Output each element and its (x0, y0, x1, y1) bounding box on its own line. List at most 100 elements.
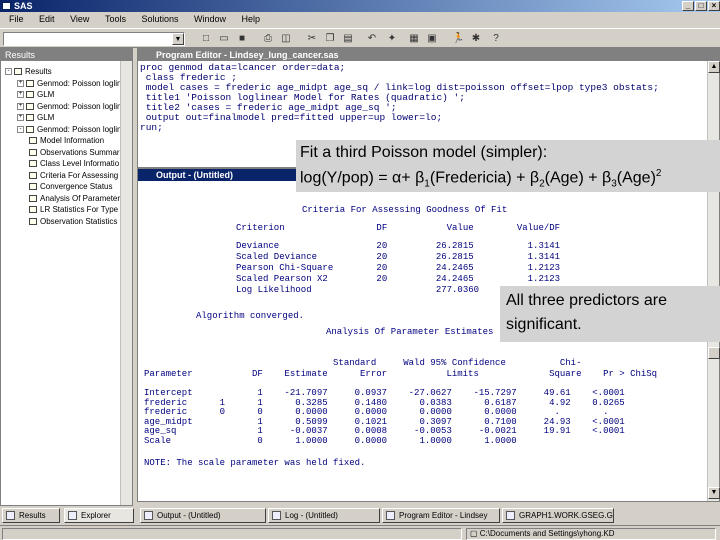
copy-icon[interactable]: ❐ (324, 33, 336, 45)
results-tree-item[interactable]: - Results (5, 67, 52, 76)
results-tree-label: GLM (37, 90, 55, 99)
collapse-icon[interactable]: - (17, 125, 24, 133)
criteria-row: Deviance 20 26.2815 1.3141 (236, 241, 561, 251)
command-box[interactable]: ▼ (3, 32, 185, 46)
new-icon[interactable]: □ (200, 33, 212, 45)
results-tree-item[interactable]: Convergence Status (29, 182, 113, 191)
submit-icon[interactable]: ✦ (386, 33, 398, 45)
expand-icon[interactable]: + (17, 91, 24, 99)
criteria-title: Criteria For Assessing Goodness Of Fit (302, 205, 508, 215)
results-tree-item[interactable]: + GLM (17, 113, 54, 122)
program-editor-code[interactable]: proc genmod data=lcancer order=data; cla… (138, 61, 719, 133)
param-row: age_sq 1 -0.0037 0.0008 -0.0053 -0.0021 … (144, 426, 625, 436)
collapse-icon[interactable]: - (5, 68, 12, 76)
run-icon[interactable]: 🏃 (452, 33, 464, 45)
break-icon[interactable]: ✱ (470, 33, 482, 45)
chevron-down-icon[interactable]: ▼ (172, 33, 184, 45)
results-tree-item[interactable]: Class Level Informatio (29, 159, 119, 168)
param-row: Scale 0 1.0000 0.0000 1.0000 1.0000 (144, 435, 517, 446)
results-tree-label: Model Information (40, 136, 105, 145)
results-tree-label: Criteria For Assessing (40, 170, 119, 180)
code-line: output out=finalmodel pred=fitted upper=… (140, 112, 443, 123)
param-row: frederic 1 1 0.3285 0.1480 0.0383 0.6187… (144, 397, 625, 408)
expand-icon[interactable]: + (17, 79, 24, 87)
results-tree-label: Genmod: Poisson loglinea (37, 124, 131, 134)
param-title: Analysis Of Parameter Estimates (326, 327, 494, 337)
criteria-row: Scaled Pearson X2 20 24.2465 1.2123 (236, 274, 561, 284)
results-tree-item[interactable]: + Genmod: Poisson loglinea (17, 79, 130, 88)
menu-tools[interactable]: Tools (105, 14, 126, 24)
results-tree-item[interactable]: + GLM (17, 90, 54, 99)
task-output[interactable]: Output - (Untitled) (140, 508, 266, 523)
table-icon (29, 171, 37, 179)
results-tree-item[interactable]: - Genmod: Poisson loglinea (17, 125, 130, 134)
menu-help[interactable]: Help (242, 14, 261, 24)
callout-line-1: Fit a third Poisson model (simpler): (300, 144, 548, 161)
callout2-line-1: All three predictors are (506, 292, 667, 309)
status-message (2, 528, 462, 540)
results-tree-item[interactable]: Criteria For Assessing (29, 171, 118, 180)
results-scrollbar[interactable] (120, 61, 132, 505)
task-results[interactable]: Results (2, 508, 60, 523)
task-program-editor[interactable]: Program Editor - Lindsey (382, 508, 500, 523)
task-log[interactable]: Log - (Untitled) (268, 508, 380, 523)
results-pane: Results - Results + Genmod: Poisson logline… (0, 48, 133, 506)
menu-solutions[interactable]: Solutions (141, 14, 178, 24)
expand-icon[interactable]: + (17, 114, 24, 122)
cut-icon[interactable]: ✂ (306, 33, 318, 45)
minimize-button[interactable]: _ (682, 1, 694, 11)
menu-view[interactable]: View (70, 14, 89, 24)
program-editor-title: Program Editor - Lindsey_lung_cancer.sas (138, 49, 719, 61)
library-icon[interactable]: ▦ (408, 33, 420, 45)
table-icon (29, 160, 37, 168)
folder-icon (26, 79, 34, 87)
results-tree-label: GLM (37, 113, 55, 122)
converged-message: Algorithm converged. (196, 311, 305, 321)
print-icon[interactable]: ⎙ (262, 33, 274, 45)
scroll-down-icon[interactable]: ▼ (708, 487, 720, 499)
results-tree-item[interactable]: LR Statistics For Type (29, 205, 118, 214)
save-icon[interactable]: ■ (236, 33, 248, 45)
results-tree-item[interactable]: Analysis Of Parameter (29, 194, 120, 203)
folder-icon: ▢ (470, 529, 480, 538)
results-tree-item[interactable]: + Genmod: Poisson loglinea (17, 102, 130, 111)
undo-icon[interactable]: ↶ (366, 33, 378, 45)
help-icon[interactable]: ? (490, 33, 502, 45)
print-preview-icon[interactable]: ◫ (280, 33, 292, 45)
output-icon (144, 511, 153, 520)
results-tree-label: Results (25, 67, 52, 76)
status-bar: ▢ C:\Documents and Settings\yhong.KD (0, 525, 720, 540)
results-tree-item[interactable]: Model Information (29, 136, 104, 145)
menu-window[interactable]: Window (194, 14, 226, 24)
expand-icon[interactable]: + (17, 102, 24, 110)
close-button[interactable]: × (708, 1, 720, 11)
results-tree-item[interactable]: Observation Statistics (29, 217, 117, 226)
menu-file[interactable]: File (9, 14, 24, 24)
open-icon[interactable]: ▭ (218, 33, 230, 45)
sas-app-icon (2, 2, 11, 10)
menu-bar: File Edit View Tools Solutions Window He… (0, 12, 720, 26)
menu-edit[interactable]: Edit (39, 14, 55, 24)
results-tree-label: Observation Statistics (40, 216, 118, 226)
param-row: age_midpt 1 0.5099 0.1021 0.3097 0.7100 … (144, 416, 625, 427)
paste-icon[interactable]: ▤ (342, 33, 354, 45)
task-graph[interactable]: GRAPH1.WORK.GSEG.G (502, 508, 614, 523)
folder-icon (26, 114, 34, 122)
maximize-button[interactable]: □ (695, 1, 707, 11)
scroll-up-icon[interactable]: ▲ (708, 61, 720, 73)
task-explorer[interactable]: Explorer (64, 508, 134, 523)
results-tree-label: LR Statistics For Type (40, 205, 119, 214)
results-header: Results (1, 49, 132, 61)
param-header-2: Parameter DF Estimate Error Limits Squar… (144, 369, 658, 379)
results-tree-label: Class Level Informatio (40, 159, 120, 168)
folder-icon (26, 102, 34, 110)
explorer-icon[interactable]: ▣ (426, 33, 438, 45)
scroll-thumb[interactable] (708, 347, 720, 359)
criteria-row: Scaled Deviance 20 26.2815 1.3141 (236, 252, 561, 262)
results-tree-label: Analysis Of Parameter (40, 193, 121, 203)
editor-icon (386, 511, 395, 520)
callout2-line-2: significant. (506, 316, 582, 333)
folder-icon (14, 68, 22, 76)
results-tree-item[interactable]: Observations Summar (29, 148, 120, 157)
significance-callout: All three predictors are significant. (500, 286, 720, 342)
